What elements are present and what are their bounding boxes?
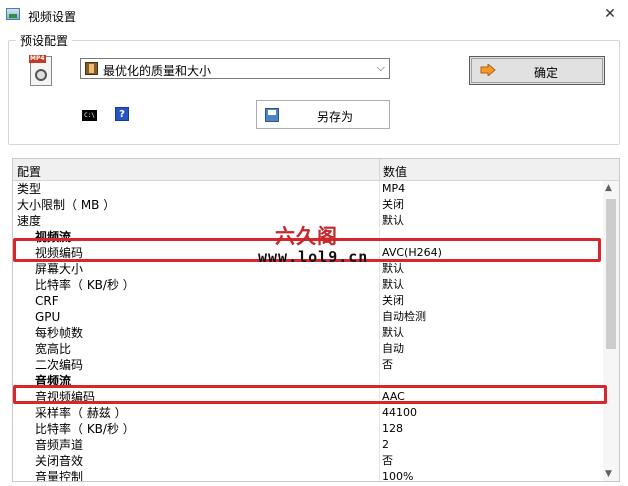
scroll-up-icon[interactable]: ▲ (605, 183, 612, 193)
row-name: 比特率（ KB/秒 ） (35, 278, 135, 292)
vertical-scrollbar[interactable]: ▲ ▼ (603, 181, 619, 481)
preset-selected-value: 最优化的质量和大小 (103, 64, 212, 78)
row-value[interactable]: 100% (382, 469, 413, 481)
app-icon (6, 8, 20, 20)
confirm-button[interactable]: 确定 (469, 56, 605, 85)
row-value[interactable]: 自动 (382, 341, 404, 357)
scroll-thumb[interactable] (606, 199, 616, 349)
preset-group-label: 预设配置 (16, 32, 73, 49)
chevron-down-icon[interactable]: ⌵ (377, 61, 385, 75)
table-row[interactable]: 关闭音效 否 (13, 453, 603, 469)
close-icon[interactable]: ✕ (602, 6, 618, 22)
row-name: 采样率（ 赫兹 ） (35, 406, 127, 420)
table-row[interactable]: GPU 自动检测 (13, 309, 603, 325)
watermark-text: 六久阁 (275, 224, 338, 248)
row-name: 大小限制（ MB ） (17, 198, 116, 212)
window-title: 视频设置 (28, 10, 77, 24)
column-header-name[interactable]: 配置 (17, 163, 41, 180)
settings-grid: 配置 数值 类型 MP4 大小限制（ MB ）关闭 速度 默认 视频流 视频编码 AV… (12, 158, 620, 482)
table-row[interactable]: 比特率（ KB/秒 ） 128 (13, 421, 603, 437)
row-name: 比特率（ KB/秒 ） (35, 422, 135, 436)
mp4-file-icon: MP4 (29, 55, 52, 86)
table-row[interactable]: 每秒帧数 默认 (13, 325, 603, 341)
mp4-badge: MP4 (29, 55, 46, 63)
row-name: 速度 (17, 214, 42, 228)
row-name: CRF (35, 294, 59, 308)
save-as-label: 另存为 (317, 110, 354, 124)
film-reel-icon (35, 69, 47, 81)
row-value[interactable]: 自动检测 (382, 309, 426, 325)
row-name: 类型 (17, 182, 42, 196)
table-row[interactable]: 音频声道 2 (13, 437, 603, 453)
table-row[interactable]: 类型 MP4 (13, 181, 603, 197)
row-value[interactable]: 关闭 (382, 197, 404, 213)
table-row[interactable]: 大小限制（ MB ） 关闭 (13, 197, 603, 213)
title-bar: 视频设置 ✕ (0, 0, 628, 30)
row-value[interactable]: 否 (382, 357, 393, 373)
watermark-url: www.lol9.cn (258, 248, 369, 266)
highlight-audio-codec (13, 385, 607, 404)
command-prompt-icon[interactable]: C:\ (82, 110, 97, 121)
confirm-label: 确定 (534, 66, 559, 80)
help-icon[interactable]: ? (115, 107, 129, 121)
table-row[interactable]: 比特率（ KB/秒 ） 默认 (13, 277, 603, 293)
film-icon (85, 62, 98, 75)
row-value[interactable]: 128 (382, 421, 403, 437)
row-value[interactable]: 关闭 (382, 293, 404, 309)
table-row[interactable]: 采样率（ 赫兹 ） 44100 (13, 405, 603, 421)
row-value[interactable]: 默认 (382, 261, 404, 277)
row-name: 音频声道 (35, 438, 84, 452)
grid-header: 配置 数值 (13, 159, 619, 181)
row-name: 关闭音效 (35, 454, 84, 468)
save-as-button[interactable]: 另存为 (256, 100, 390, 129)
floppy-disk-icon (265, 108, 279, 122)
table-row[interactable]: 音量控制 100% (13, 469, 603, 482)
row-value[interactable]: 44100 (382, 405, 417, 421)
preset-dropdown[interactable]: 最优化的质量和大小 ⌵ (80, 58, 390, 79)
column-header-value[interactable]: 数值 (383, 163, 407, 180)
row-name: 宽高比 (35, 342, 72, 356)
row-name: GPU (35, 310, 61, 324)
table-row[interactable]: CRF 关闭 (13, 293, 603, 309)
row-value[interactable]: 2 (382, 437, 389, 453)
row-name: 音量控制 (35, 470, 84, 482)
row-value[interactable]: 默认 (382, 325, 404, 341)
table-row[interactable]: 二次编码 否 (13, 357, 603, 373)
row-name: 每秒帧数 (35, 326, 84, 340)
arrow-right-icon (480, 64, 496, 76)
table-row[interactable]: 宽高比 自动 (13, 341, 603, 357)
row-value[interactable]: 否 (382, 453, 393, 469)
scroll-down-icon[interactable]: ▼ (605, 469, 612, 479)
row-value[interactable]: 默认 (382, 277, 404, 293)
column-divider[interactable] (379, 159, 380, 181)
row-value[interactable]: MP4 (382, 181, 405, 197)
row-name: 屏幕大小 (35, 262, 84, 276)
row-value[interactable]: 默认 (382, 213, 404, 229)
row-name: 二次编码 (35, 358, 84, 372)
